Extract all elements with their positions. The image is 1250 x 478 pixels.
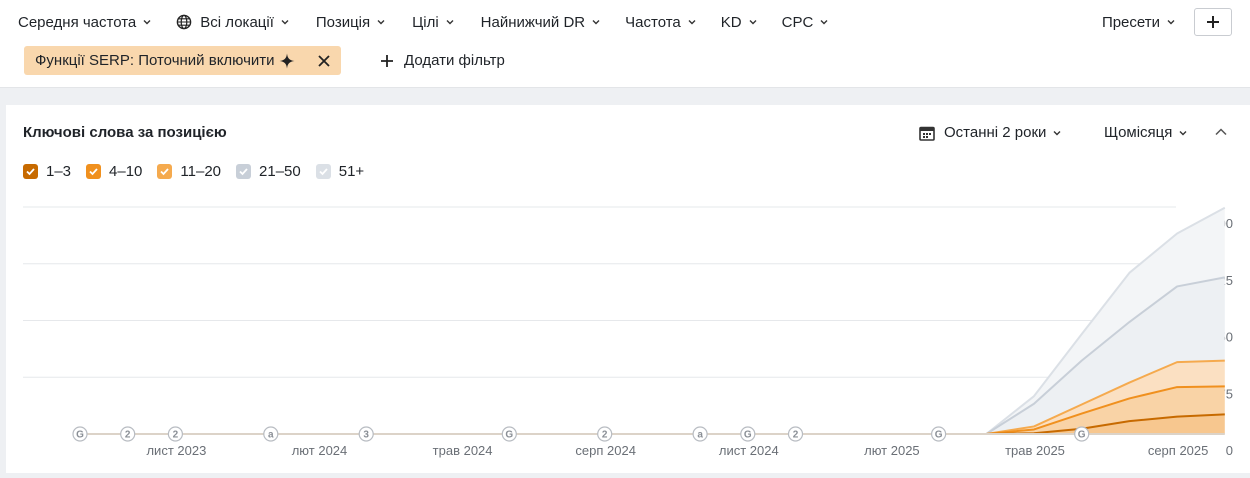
filter-label: Позиція: [315, 13, 371, 31]
filter-5-button[interactable]: Найнижчий DR: [467, 7, 614, 37]
chevron-down-icon: [377, 20, 385, 25]
filter-1-button[interactable]: Середня частота: [0, 7, 164, 37]
filter-3-button[interactable]: Позиція: [302, 7, 398, 37]
svg-text:G: G: [505, 430, 513, 441]
x-tick-label: серп 2024: [575, 443, 636, 458]
presets-label: Пресети: [1101, 13, 1160, 31]
right-controls: Пресети: [1090, 7, 1232, 37]
svg-text:G: G: [76, 430, 84, 441]
filter-label: Середня частота: [18, 13, 137, 31]
annotation-marker[interactable]: 2: [167, 426, 183, 442]
filter-7-button[interactable]: KD: [709, 7, 770, 37]
x-tick-label: серп 2025: [1148, 443, 1209, 458]
x-tick-label: лют 2024: [292, 443, 348, 458]
filter-8-button[interactable]: CPC: [770, 7, 842, 37]
chevron-down-icon: [592, 20, 600, 25]
svg-text:2: 2: [602, 430, 608, 441]
filters-bar: Середня частота Всі локації Позиція Цілі Най…: [0, 0, 1250, 88]
annotation-marker[interactable]: G: [930, 426, 947, 442]
annotation-marker[interactable]: 3: [358, 426, 374, 442]
y-tick-label: 0: [1226, 443, 1233, 458]
x-tick-label: лист 2024: [719, 443, 779, 458]
add-filter-button[interactable]: Додати фільтр: [380, 46, 505, 75]
presets-button[interactable]: Пресети: [1090, 7, 1188, 37]
filter-label: Частота: [625, 13, 681, 31]
annotation-marker[interactable]: G: [740, 426, 756, 442]
svg-text:2: 2: [793, 430, 799, 441]
svg-text:G: G: [935, 430, 943, 441]
add-preset-button[interactable]: [1194, 8, 1232, 36]
filter-4-button[interactable]: Цілі: [398, 7, 467, 37]
x-tick-label: трав 2024: [433, 443, 493, 458]
chevron-down-icon: [143, 20, 151, 25]
chevron-down-icon: [446, 20, 454, 25]
annotation-marker[interactable]: G: [1074, 426, 1090, 442]
filter-label: CPC: [781, 13, 814, 31]
annotation-marker[interactable]: a: [692, 426, 708, 442]
filter-label: Найнижчий DR: [480, 13, 586, 31]
annotation-marker[interactable]: 2: [120, 426, 136, 442]
active-filter-chip[interactable]: Функції SERP: Поточний включити: [24, 46, 341, 75]
sparkle-icon: [279, 53, 295, 68]
svg-text:a: a: [697, 430, 703, 441]
x-tick-label: лют 2025: [864, 443, 920, 458]
x-tick-label: лист 2023: [146, 443, 206, 458]
keywords-by-position-card: Ключові слова за позицією Останні 2 роки…: [6, 105, 1250, 473]
add-filter-label: Додати фільтр: [404, 52, 505, 69]
chevron-down-icon: [281, 20, 289, 25]
filter-label: Цілі: [412, 13, 439, 31]
close-icon[interactable]: [317, 54, 331, 68]
plus-icon: [381, 54, 393, 67]
filter-label: KD: [720, 13, 742, 31]
svg-text:2: 2: [173, 430, 179, 441]
annotation-marker[interactable]: a: [263, 426, 279, 442]
annotation-marker[interactable]: G: [72, 426, 88, 442]
chart-svg: 075150225300G22a3G2aG2GGлист 2023лют 202…: [23, 206, 1233, 458]
filter-row: Середня частота Всі локації Позиція Цілі Най…: [0, 0, 841, 44]
plus-icon: [1207, 16, 1219, 28]
filter-label: Всі локації: [200, 13, 274, 31]
annotation-marker[interactable]: 2: [597, 426, 613, 442]
svg-text:a: a: [268, 430, 274, 441]
chip-label: Функції SERP: Поточний включити: [35, 52, 275, 69]
filter-2-button[interactable]: Всі локації: [164, 7, 302, 37]
chevron-down-icon: [1167, 20, 1175, 25]
svg-text:2: 2: [125, 430, 131, 441]
svg-text:G: G: [744, 430, 752, 441]
globe-icon: [176, 14, 192, 30]
annotation-marker[interactable]: 2: [787, 426, 804, 442]
annotation-marker[interactable]: G: [501, 426, 517, 442]
svg-text:G: G: [1078, 430, 1086, 441]
chevron-down-icon: [820, 20, 828, 25]
chevron-down-icon: [749, 20, 757, 25]
x-tick-label: трав 2025: [1005, 443, 1065, 458]
svg-text:3: 3: [363, 430, 369, 441]
series-area-4: [80, 277, 1225, 434]
filter-6-button[interactable]: Частота: [613, 7, 709, 37]
chevron-down-icon: [688, 20, 696, 25]
